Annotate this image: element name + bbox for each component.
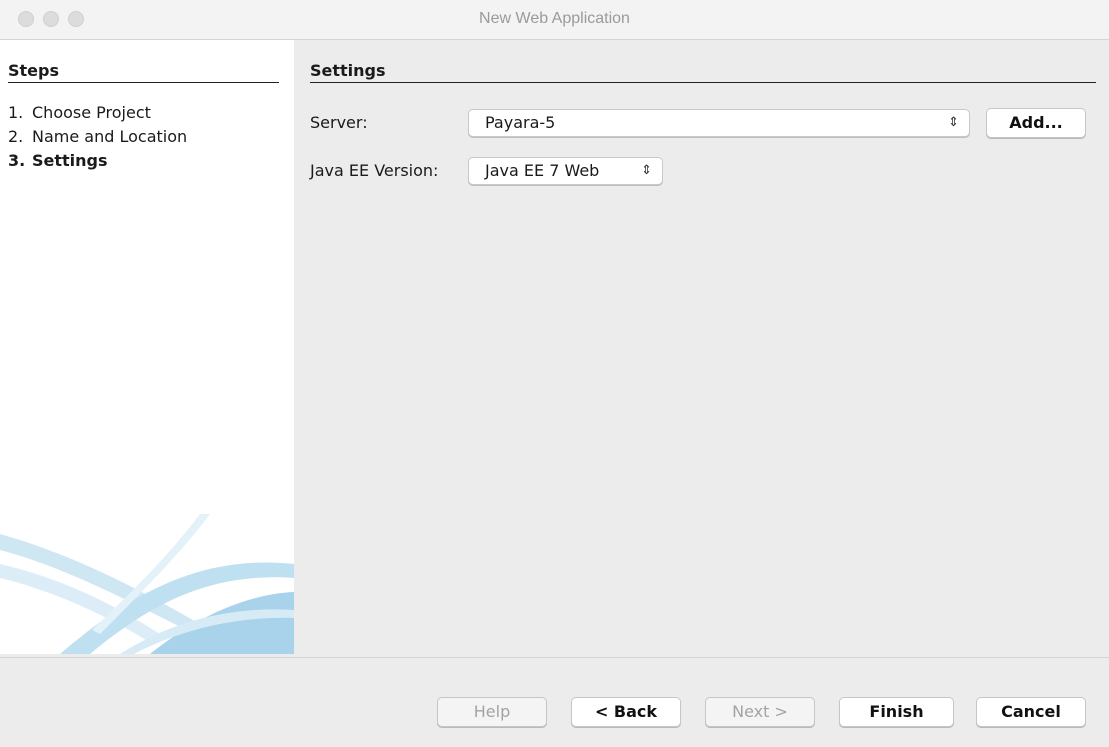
steps-list: 1. Choose Project 2. Name and Location 3. S…	[8, 101, 187, 173]
button-bar-divider	[0, 657, 1109, 658]
wizard-window: New Web Application Steps 1. Choose Proje…	[0, 0, 1109, 747]
add-server-button[interactable]: Add...	[986, 108, 1086, 138]
step-number: 1.	[8, 103, 24, 122]
server-select-value: Payara-5	[485, 113, 556, 132]
steps-divider	[8, 82, 279, 83]
java-ee-version-label: Java EE Version:	[310, 161, 439, 180]
title-bar[interactable]: New Web Application	[0, 0, 1109, 40]
settings-panel: Settings Server: Payara-5 ⇕ Add... Java …	[310, 40, 1096, 654]
step-label: Choose Project	[32, 103, 151, 122]
step-item-choose-project: 1. Choose Project	[8, 101, 187, 125]
step-number: 2.	[8, 127, 24, 146]
up-down-chevron-icon: ⇕	[641, 163, 652, 178]
steps-panel: Steps 1. Choose Project 2. Name and Locati…	[0, 40, 294, 654]
cancel-button[interactable]: Cancel	[976, 697, 1086, 727]
finish-button[interactable]: Finish	[839, 697, 954, 727]
step-label: Name and Location	[32, 127, 188, 146]
steps-heading: Steps	[8, 61, 59, 80]
decorative-swoosh-graphic	[0, 514, 294, 654]
window-title: New Web Application	[479, 10, 630, 27]
back-button[interactable]: < Back	[571, 697, 681, 727]
step-label: Settings	[32, 151, 108, 170]
next-button[interactable]: Next >	[705, 697, 815, 727]
server-select[interactable]: Payara-5 ⇕	[468, 109, 970, 137]
java-ee-version-select[interactable]: Java EE 7 Web ⇕	[468, 157, 663, 185]
step-item-settings: 3. Settings	[8, 149, 187, 173]
step-number: 3.	[8, 151, 26, 170]
help-button[interactable]: Help	[437, 697, 547, 727]
java-ee-version-value: Java EE 7 Web	[485, 161, 600, 180]
up-down-chevron-icon: ⇕	[948, 115, 959, 130]
server-label: Server:	[310, 113, 368, 132]
step-item-name-and-location: 2. Name and Location	[8, 125, 187, 149]
settings-heading: Settings	[310, 61, 386, 80]
settings-divider	[310, 82, 1096, 83]
